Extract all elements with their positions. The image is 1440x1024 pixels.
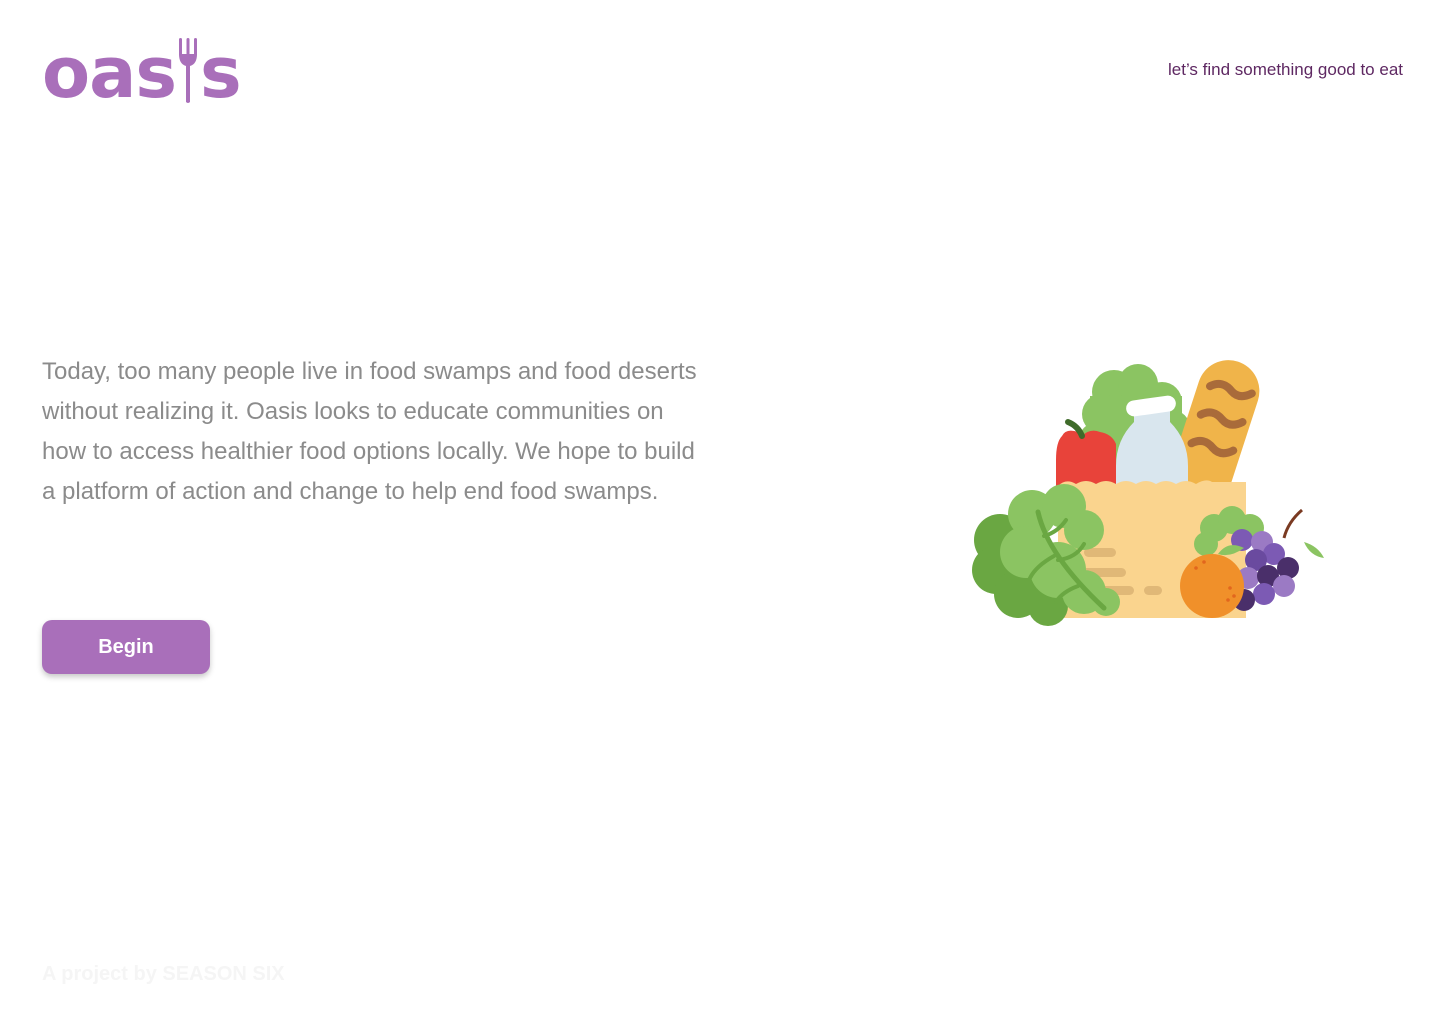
logo-wordmark: oas s	[42, 32, 242, 114]
oasis-logo[interactable]: oas s	[42, 38, 246, 108]
grocery-bag-illustration	[966, 356, 1330, 626]
intro-paragraph: Today, too many people live in food swam…	[42, 358, 697, 505]
fork-icon	[178, 38, 198, 104]
header-tagline: let’s find something good to eat	[1167, 60, 1403, 79]
footer-credit: A project by SEASON SIX	[42, 963, 285, 985]
begin-button[interactable]: Begin	[42, 620, 210, 674]
logo-text-start: oas	[42, 32, 177, 114]
landing-page: oas s let’s find something good to eat T…	[0, 0, 1440, 1024]
logo-text-end: s	[200, 32, 242, 114]
